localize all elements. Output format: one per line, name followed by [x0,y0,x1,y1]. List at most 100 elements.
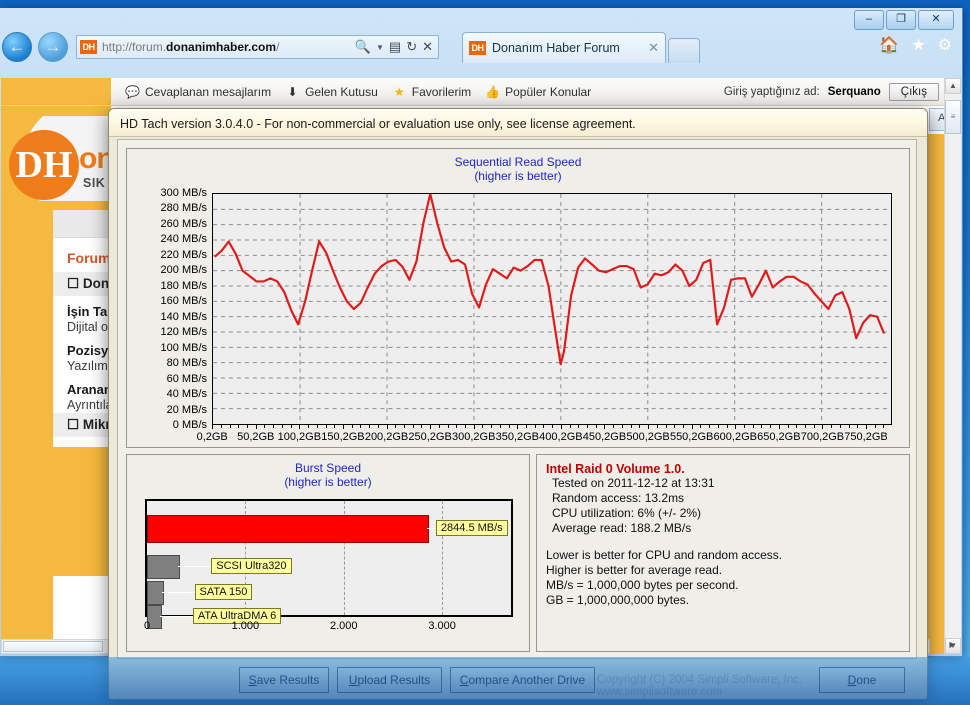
y-axis-tick-label: 100 MB/s [160,341,207,354]
sequential-plot-canvas [212,192,892,425]
x-axis-tick-label: 750,2GB [844,431,888,443]
burst-bar-label: SCSI Ultra320 [211,558,292,574]
maximize-button[interactable]: ❐ [886,10,916,30]
scroll-up-icon[interactable]: ▲ [945,78,961,94]
nav-item-populer-konular[interactable]: 👍 Popüler Konular [485,85,591,99]
nav-label: Gelen Kutusu [305,84,378,99]
star-icon: ★ [393,84,405,99]
nav-label: Popüler Konular [505,84,592,99]
y-axis-tick-label: 20 MB/s [166,403,207,416]
y-axis-tick-label: 0 MB/s [172,419,207,431]
y-axis-tick-label: 140 MB/s [160,310,207,323]
thumbs-up-icon: 👍 [485,84,501,99]
browser-toolbar-icons: 🏠 ★ ⚙ [879,35,952,55]
dh-logo-mark: DH [9,130,79,200]
username: Serquano [827,85,881,98]
nav-label: Favorilerim [411,84,472,99]
tested-on: Tested on 2011-12-12 at 13:31 [552,476,715,490]
scrollbar-thumb[interactable]: ≡ [945,100,961,134]
x-axis-tick-label: 350,2GB [495,431,540,443]
site-favicon: DH [80,40,97,54]
minimize-button[interactable]: – [854,10,884,30]
address-bar-url: http://forum.donanimhaber.com/ [102,40,280,54]
x-axis-tick-label: 300,2GB [451,431,496,443]
address-bar[interactable]: DH http://forum.donanimhaber.com/ 🔍 ▼ ▤ … [76,35,439,59]
x-axis-tick-label: 250,2GB [408,431,452,443]
stop-icon[interactable]: ✕ [422,39,433,55]
tab-donanim-haber-forum[interactable]: DH Donanım Haber Forum ✕ [462,32,666,63]
favorites-star-icon[interactable]: ★ [911,35,925,55]
cpu-utilization: CPU utilization: 6% (+/- 2%) [552,506,702,520]
search-button[interactable]: ARA [929,108,945,131]
forward-arrow-icon[interactable]: → [38,32,68,62]
replies-icon: 💬 [125,84,140,99]
burst-x-tick-label: 3.000 [428,620,456,632]
info-note-1: Lower is better for CPU and random acces… [546,548,783,562]
info-note-4: GB = 1,000,000,000 bytes. [546,593,690,607]
y-axis-tick-label: 40 MB/s [166,388,207,401]
window-controls: – ❐ ✕ [854,10,954,30]
new-tab-button[interactable] [668,38,700,63]
random-access: Random access: 13.2ms [552,491,685,505]
info-note-3: MB/s = 1,000,000 bytes per second. [546,578,739,592]
tools-gear-icon[interactable]: ⚙ [938,35,952,55]
hscroll-right-icon[interactable]: ▶ [945,640,960,654]
y-axis-tick-label: 80 MB/s [166,357,207,370]
y-axis-tick-label: 280 MB/s [160,202,207,215]
home-icon[interactable]: 🏠 [879,35,899,55]
login-label: Giriş yaptığınız ad: [723,85,820,98]
dropdown-caret-icon[interactable]: ▼ [376,43,384,52]
y-axis-tick-label: 300 MB/s [160,187,207,199]
y-axis-tick-label: 160 MB/s [160,295,207,308]
x-axis-tick-label: 500,2GB [626,431,670,443]
burst-bar [147,581,164,605]
tab-strip: DH Donanım Haber Forum ✕ [462,32,700,63]
burst-bar [147,515,429,543]
y-axis-tick-label: 120 MB/s [160,326,207,339]
dialog-body: Sequential Read Speed (higher is better)… [117,139,917,659]
info-note-2: Higher is better for average read. [546,563,723,577]
close-button[interactable]: ✕ [918,10,954,30]
burst-bar-label: SATA 150 [194,584,253,600]
nav-item-cevaplanan-mesajlarim[interactable]: 💬 Cevaplanan mesajlarım [125,85,271,99]
nav-label: Cevaplanan mesajlarım [145,84,272,99]
login-status: Giriş yaptığınız ad: Serquano Çıkış [723,82,945,101]
refresh-icon[interactable]: ↻ [406,39,417,55]
hd-tach-dialog: HD Tach version 3.0.4.0 - For non-commer… [108,108,928,700]
search-icon[interactable]: 🔍 [355,39,371,55]
burst-bar-label: 2844.5 MB/s [435,520,508,536]
x-axis-tick-label: 50,2GB [237,431,275,443]
x-axis-tick-label: 550,2GB [669,431,714,443]
y-axis-tick-label: 220 MB/s [160,248,207,261]
page-scrollbar-vertical[interactable]: ▲ ≡ ▼ [944,78,961,654]
hscrollbar-thumb[interactable] [3,641,103,652]
logout-button[interactable]: Çıkış [888,82,939,101]
tab-close-icon[interactable]: ✕ [638,40,659,56]
back-arrow-icon[interactable]: ← [2,32,32,62]
burst-x-tick-label: 1.000 [231,620,260,632]
x-axis-tick-label: 650,2GB [757,431,801,443]
burst-chart-title: Burst Speed (higher is better) [284,461,372,489]
x-axis-tick-label: 700,2GB [800,431,845,443]
y-axis-tick-label: 240 MB/s [160,233,207,246]
average-read: Average read: 188.2 MB/s [552,521,692,535]
y-axis-tick-label: 200 MB/s [160,264,207,277]
dialog-title: HD Tach version 3.0.4.0 - For non-commer… [109,109,927,137]
sequential-read-line [213,192,891,424]
sequential-plot-area: 300 MB/s 280 MB/s 260 MB/s 240 MB/s 220 MB/s… [161,187,892,443]
y-axis-tick-label: 180 MB/s [160,279,207,292]
y-axis-tick-label: 60 MB/s [166,372,207,385]
nav-item-gelen-kutusu[interactable]: ⬇ Gelen Kutusu [285,85,378,99]
x-axis-tick-label: 0,2GB [196,431,228,443]
tab-favicon: DH [469,41,486,55]
x-axis-tick-label: 450,2GB [582,431,627,443]
y-axis-tick-label: 260 MB/s [160,217,207,230]
x-axis-tick-label: 100,2GB [277,431,322,443]
compatibility-view-icon[interactable]: ▤ [389,39,401,55]
sequential-read-chart-panel: Sequential Read Speed (higher is better)… [126,148,910,448]
x-axis-tick-label: 600,2GB [713,431,757,443]
forum-nav-bar: 💬 Cevaplanan mesajlarım ⬇ Gelen Kutusu ★… [1,78,945,106]
tab-label: Donanım Haber Forum [492,41,620,55]
nav-item-favorilerim[interactable]: ★ Favorilerim [392,85,471,99]
